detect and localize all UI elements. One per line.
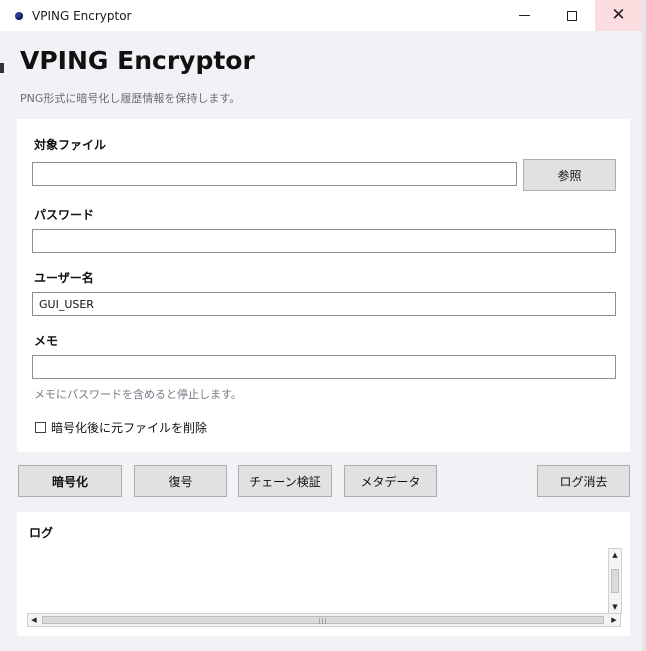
log-vertical-scrollbar[interactable]: ▲ ▼: [608, 548, 622, 614]
encrypt-button[interactable]: 暗号化: [18, 465, 122, 497]
memo-label: メモ: [34, 334, 59, 348]
page-title: VPING Encryptor: [20, 46, 255, 75]
maximize-button[interactable]: [548, 0, 595, 31]
log-label: ログ: [29, 526, 54, 540]
window-controls: ✕: [501, 0, 642, 31]
title-bar[interactable]: VPING Encryptor ✕: [0, 0, 642, 31]
horizontal-scroll-thumb[interactable]: |||: [42, 616, 604, 625]
maximize-icon: [566, 10, 577, 21]
clear-log-button[interactable]: ログ消去: [537, 465, 630, 497]
username-field[interactable]: GUI_USER: [32, 292, 616, 316]
scroll-grip-icon: |||: [318, 618, 328, 625]
memo-hint: メモにパスワードを含めると停止します。: [34, 388, 242, 401]
password-label: パスワード: [34, 208, 95, 222]
form-panel: 対象ファイル 参照 パスワード ユーザー名 GUI_USER メモ メモにパスワ…: [17, 119, 630, 452]
app-window: VPING Encryptor ✕ VPING Encryptor PNG形式に…: [0, 0, 643, 651]
delete-original-option[interactable]: 暗号化後に元ファイルを削除: [35, 419, 207, 436]
window-title: VPING Encryptor: [32, 8, 132, 23]
app-icon: [15, 11, 23, 20]
file-label: 対象ファイル: [34, 138, 107, 152]
decrypt-button[interactable]: 復号: [134, 465, 227, 497]
log-panel: ログ ▲ ▼ ◀ ||| ▶: [17, 512, 630, 636]
close-icon: ✕: [611, 5, 626, 25]
scroll-right-icon[interactable]: ▶: [608, 614, 620, 626]
log-horizontal-scrollbar[interactable]: ◀ ||| ▶: [27, 613, 621, 627]
scroll-down-icon[interactable]: ▼: [609, 601, 621, 613]
delete-original-checkbox[interactable]: [35, 422, 46, 433]
delete-original-label: 暗号化後に元ファイルを削除: [51, 421, 208, 435]
scroll-up-icon[interactable]: ▲: [609, 549, 621, 561]
scroll-left-icon[interactable]: ◀: [28, 614, 40, 626]
vertical-scroll-thumb[interactable]: [611, 569, 619, 593]
edge-marker: [0, 63, 4, 73]
memo-field[interactable]: [32, 355, 616, 379]
browse-button[interactable]: 参照: [523, 159, 616, 191]
password-field[interactable]: [32, 229, 616, 253]
minimize-button[interactable]: [501, 0, 548, 31]
close-button[interactable]: ✕: [595, 0, 642, 31]
window-edge: [642, 0, 646, 651]
username-label: ユーザー名: [34, 271, 94, 285]
file-input[interactable]: [32, 162, 517, 186]
minimize-icon: [519, 15, 530, 16]
page-subtitle: PNG形式に暗号化し履歴情報を保持します。: [20, 92, 241, 105]
metadata-button[interactable]: メタデータ: [344, 465, 437, 497]
verify-chain-button[interactable]: チェーン検証: [238, 465, 332, 497]
